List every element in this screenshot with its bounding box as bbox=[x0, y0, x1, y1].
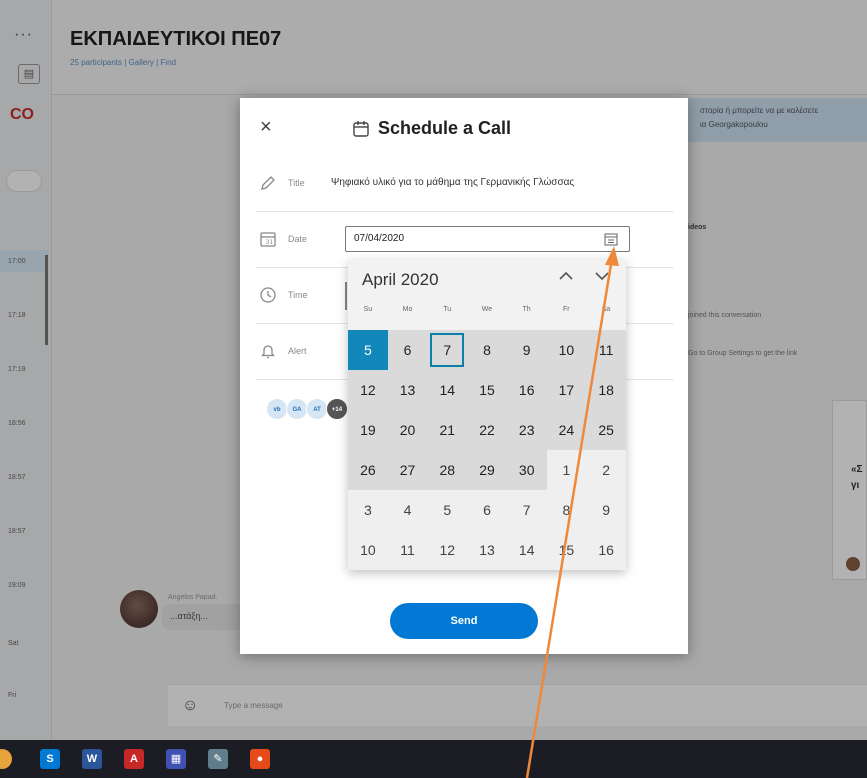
start-orb-icon[interactable] bbox=[0, 749, 12, 769]
send-button[interactable]: Send bbox=[390, 603, 538, 639]
day-cell[interactable]: 29 bbox=[467, 450, 507, 490]
calendar-call-icon bbox=[353, 120, 369, 137]
day-cell[interactable]: 6 bbox=[387, 330, 428, 370]
day-cell[interactable]: 23 bbox=[506, 410, 547, 450]
alert-label: Alert bbox=[288, 346, 307, 356]
weekday-label: Su bbox=[363, 306, 373, 313]
time-label: Time bbox=[288, 290, 308, 300]
calendar-month-label[interactable]: April 2020 bbox=[362, 270, 439, 290]
day-cell[interactable]: 11 bbox=[387, 530, 428, 570]
day-cell[interactable]: 1 bbox=[546, 450, 587, 490]
day-cell[interactable]: 14 bbox=[427, 370, 468, 410]
weekday-label: Tu bbox=[443, 306, 452, 313]
day-cell[interactable]: 8 bbox=[467, 330, 507, 370]
acrobat-taskbar-icon[interactable]: A bbox=[124, 749, 144, 769]
day-cell[interactable]: 14 bbox=[506, 530, 547, 570]
day-cell[interactable]: 8 bbox=[546, 490, 587, 530]
skype-taskbar-icon[interactable]: S bbox=[40, 749, 60, 769]
calendar-picker-icon[interactable] bbox=[604, 232, 618, 246]
day-cell[interactable]: 17 bbox=[546, 370, 587, 410]
title-field[interactable]: Ψηφιακό υλικό για το μάθημα της Γερμανικ… bbox=[331, 177, 671, 188]
day-cell[interactable]: 12 bbox=[348, 370, 388, 410]
day-cell[interactable]: 9 bbox=[506, 330, 547, 370]
day-cell[interactable]: 2 bbox=[586, 450, 626, 490]
clock-icon bbox=[260, 287, 276, 303]
weekday-label: Sa bbox=[601, 306, 611, 313]
day-cell[interactable]: 28 bbox=[427, 450, 468, 490]
day-cell[interactable]: 27 bbox=[387, 450, 428, 490]
today-day-cell[interactable]: 7 bbox=[427, 330, 468, 370]
invitee-list: vb GA AT +14 bbox=[266, 398, 348, 420]
title-row: Title Ψηφιακό υλικό για το μάθημα της Γε… bbox=[256, 156, 674, 212]
calendar-weekday-header: Su Mo Tu We Th Fr Sa bbox=[348, 306, 626, 322]
date-picker-popup: April 2020 Su Mo Tu We Th Fr Sa 5 6 7 8 9 10 11 12 13 1… bbox=[348, 260, 626, 570]
svg-text:31: 31 bbox=[266, 239, 274, 246]
day-cell[interactable]: 16 bbox=[506, 370, 547, 410]
bell-icon bbox=[260, 345, 276, 359]
close-icon[interactable]: × bbox=[260, 116, 272, 139]
dialog-title: Schedule a Call bbox=[352, 118, 511, 139]
day-cell[interactable]: 16 bbox=[586, 530, 626, 570]
day-cell[interactable]: 13 bbox=[467, 530, 507, 570]
day-cell[interactable]: 7 bbox=[506, 490, 547, 530]
day-cell[interactable]: 6 bbox=[467, 490, 507, 530]
weekday-label: Fr bbox=[562, 306, 570, 313]
app-taskbar-icon[interactable]: ▦ bbox=[166, 749, 186, 769]
day-cell[interactable]: 3 bbox=[348, 490, 388, 530]
date-input[interactable]: 07/04/2020 bbox=[345, 226, 630, 252]
day-cell[interactable]: 24 bbox=[546, 410, 587, 450]
title-label: Title bbox=[288, 178, 305, 188]
chevron-up-icon[interactable] bbox=[556, 266, 576, 286]
day-cell[interactable]: 10 bbox=[546, 330, 587, 370]
invitee-avatar[interactable]: GA bbox=[286, 398, 308, 420]
windows-taskbar: S W A ▦ ✎ ● bbox=[0, 740, 867, 778]
day-cell[interactable]: 10 bbox=[348, 530, 388, 570]
day-cell[interactable]: 5 bbox=[427, 490, 468, 530]
weekday-label: Th bbox=[522, 306, 531, 313]
calendar-icon: 31 bbox=[260, 232, 276, 247]
day-cell[interactable]: 18 bbox=[586, 370, 626, 410]
day-cell[interactable]: 26 bbox=[348, 450, 388, 490]
browser-taskbar-icon[interactable]: ● bbox=[250, 749, 270, 769]
invitee-avatar[interactable]: vb bbox=[266, 398, 288, 420]
day-cell[interactable]: 13 bbox=[387, 370, 428, 410]
day-cell[interactable]: 22 bbox=[467, 410, 507, 450]
day-cell[interactable]: 11 bbox=[586, 330, 626, 370]
calendar-day-grid: 5 6 7 8 9 10 11 12 13 14 15 16 17 18 19 20 21 22 23 24 25 26 2… bbox=[348, 330, 626, 570]
day-cell[interactable]: 15 bbox=[467, 370, 507, 410]
day-cell[interactable]: 12 bbox=[427, 530, 468, 570]
chevron-down-icon[interactable] bbox=[592, 266, 612, 286]
date-label: Date bbox=[288, 234, 308, 244]
word-taskbar-icon[interactable]: W bbox=[82, 749, 102, 769]
tool-taskbar-icon[interactable]: ✎ bbox=[208, 749, 228, 769]
day-cell[interactable]: 30 bbox=[506, 450, 547, 490]
day-cell[interactable]: 15 bbox=[546, 530, 587, 570]
dialog-title-text: Schedule a Call bbox=[378, 118, 512, 138]
selected-day-cell[interactable]: 5 bbox=[348, 330, 388, 370]
weekday-label: We bbox=[481, 306, 493, 313]
day-cell[interactable]: 25 bbox=[586, 410, 626, 450]
day-cell[interactable]: 21 bbox=[427, 410, 468, 450]
day-cell[interactable]: 4 bbox=[387, 490, 428, 530]
more-invitees-badge[interactable]: +14 bbox=[326, 398, 348, 420]
day-cell[interactable]: 19 bbox=[348, 410, 388, 450]
weekday-label: Mo bbox=[402, 306, 413, 313]
pencil-icon bbox=[261, 176, 275, 190]
invitee-avatar[interactable]: AT bbox=[306, 398, 328, 420]
day-cell[interactable]: 20 bbox=[387, 410, 428, 450]
day-cell[interactable]: 9 bbox=[586, 490, 626, 530]
